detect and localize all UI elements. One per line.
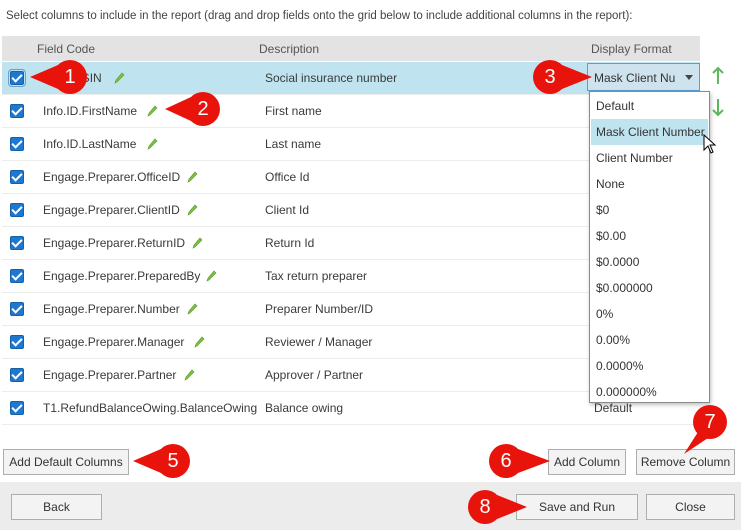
callout-number: 3: [544, 66, 556, 88]
instructions: Select columns to include in the report …: [6, 10, 633, 22]
field-description: Last name: [265, 137, 322, 151]
display-format-selected: Mask Client Nu: [594, 71, 676, 85]
include-checkbox[interactable]: [10, 236, 24, 250]
field-description: Office Id: [265, 170, 310, 184]
edit-pencil-icon[interactable]: [190, 236, 204, 250]
add-column-button[interactable]: Add Column: [548, 449, 626, 475]
back-button[interactable]: Back: [11, 494, 102, 520]
field-code: Engage.Preparer.Partner: [43, 368, 177, 382]
callout-marker: 3: [532, 59, 592, 95]
include-checkbox[interactable]: [10, 368, 24, 382]
header-display-format[interactable]: Display Format: [591, 42, 672, 56]
callout-marker: 2: [165, 91, 223, 127]
field-code: Engage.Preparer.ReturnID: [43, 236, 186, 250]
header-description[interactable]: Description: [259, 42, 319, 56]
header-field-code[interactable]: Field Code: [37, 42, 95, 56]
dropdown-option[interactable]: 0%: [591, 301, 708, 327]
callout-number: 8: [479, 496, 491, 518]
include-checkbox[interactable]: [10, 335, 24, 349]
field-description: Tax return preparer: [265, 269, 368, 283]
dropdown-option[interactable]: None: [591, 171, 708, 197]
display-format-dropdown[interactable]: Default Mask Client Number Client Number…: [589, 91, 710, 403]
callout-number: 6: [500, 450, 512, 472]
include-checkbox[interactable]: [10, 302, 24, 316]
field-code: Engage.Preparer.PreparedBy: [43, 269, 201, 283]
edit-pencil-icon[interactable]: [192, 335, 206, 349]
include-checkbox[interactable]: [10, 104, 24, 118]
callout-marker: 8: [465, 489, 527, 525]
move-down-arrow-icon[interactable]: [710, 97, 726, 117]
include-checkbox[interactable]: [10, 203, 24, 217]
callout-number: 5: [167, 450, 179, 472]
callout-number: 2: [197, 98, 209, 120]
callout-marker: 5: [133, 443, 195, 479]
callout-number: 7: [704, 411, 716, 433]
edit-pencil-icon[interactable]: [204, 269, 218, 283]
dropdown-option[interactable]: Mask Client Number: [591, 119, 708, 145]
field-code: Info.ID.FirstName: [43, 104, 138, 118]
move-up-arrow-icon[interactable]: [710, 66, 726, 86]
edit-pencil-icon[interactable]: [185, 170, 199, 184]
field-description: Preparer Number/ID: [265, 302, 374, 316]
edit-pencil-icon[interactable]: [145, 104, 159, 118]
field-code: T1.RefundBalanceOwing.BalanceOwing: [43, 401, 258, 415]
field-description: Balance owing: [265, 401, 344, 415]
edit-pencil-icon[interactable]: [112, 71, 126, 85]
close-button[interactable]: Close: [646, 494, 735, 520]
dropdown-option[interactable]: 0.0000%: [591, 353, 708, 379]
field-code: Engage.Preparer.Number: [43, 302, 180, 316]
field-description: Client Id: [265, 203, 310, 217]
callout-marker: 1: [30, 59, 88, 95]
callout-marker: 7: [684, 404, 736, 454]
dropdown-option[interactable]: $0.0000: [591, 249, 708, 275]
dropdown-option[interactable]: $0.000000: [591, 275, 708, 301]
include-checkbox[interactable]: [10, 401, 24, 415]
field-description: Approver / Partner: [265, 368, 364, 382]
include-checkbox[interactable]: [8, 69, 26, 87]
edit-pencil-icon[interactable]: [145, 137, 159, 151]
field-code: Info.ID.LastName: [43, 137, 137, 151]
add-default-columns-button[interactable]: Add Default Columns: [3, 449, 129, 475]
callout-marker: 6: [488, 443, 550, 479]
field-description: First name: [265, 104, 322, 118]
dropdown-option[interactable]: Client Number: [591, 145, 708, 171]
edit-pencil-icon[interactable]: [182, 368, 196, 382]
dropdown-option[interactable]: $0.00: [591, 223, 708, 249]
edit-pencil-icon[interactable]: [185, 302, 199, 316]
field-code: Engage.Preparer.Manager: [43, 335, 185, 349]
field-description: Return Id: [265, 236, 315, 250]
dropdown-option[interactable]: $0: [591, 197, 708, 223]
dropdown-option[interactable]: 0.000000%: [591, 379, 708, 405]
field-code: Engage.Preparer.ClientID: [43, 203, 180, 217]
dropdown-option[interactable]: 0.00%: [591, 327, 708, 353]
field-description: Social insurance number: [265, 71, 398, 85]
include-checkbox[interactable]: [10, 137, 24, 151]
mouse-cursor-icon: [703, 134, 717, 154]
field-description: Reviewer / Manager: [265, 335, 373, 349]
save-and-run-button[interactable]: Save and Run: [516, 494, 638, 520]
chevron-down-icon[interactable]: [685, 75, 693, 80]
field-code: Engage.Preparer.OfficeID: [43, 170, 181, 184]
display-format-combo[interactable]: Mask Client Nu: [587, 63, 700, 91]
callout-number: 1: [64, 66, 76, 88]
dropdown-option[interactable]: Default: [591, 93, 708, 119]
edit-pencil-icon[interactable]: [185, 203, 199, 217]
include-checkbox[interactable]: [10, 269, 24, 283]
include-checkbox[interactable]: [10, 170, 24, 184]
grid-header: Field Code Description Display Format: [2, 36, 700, 61]
